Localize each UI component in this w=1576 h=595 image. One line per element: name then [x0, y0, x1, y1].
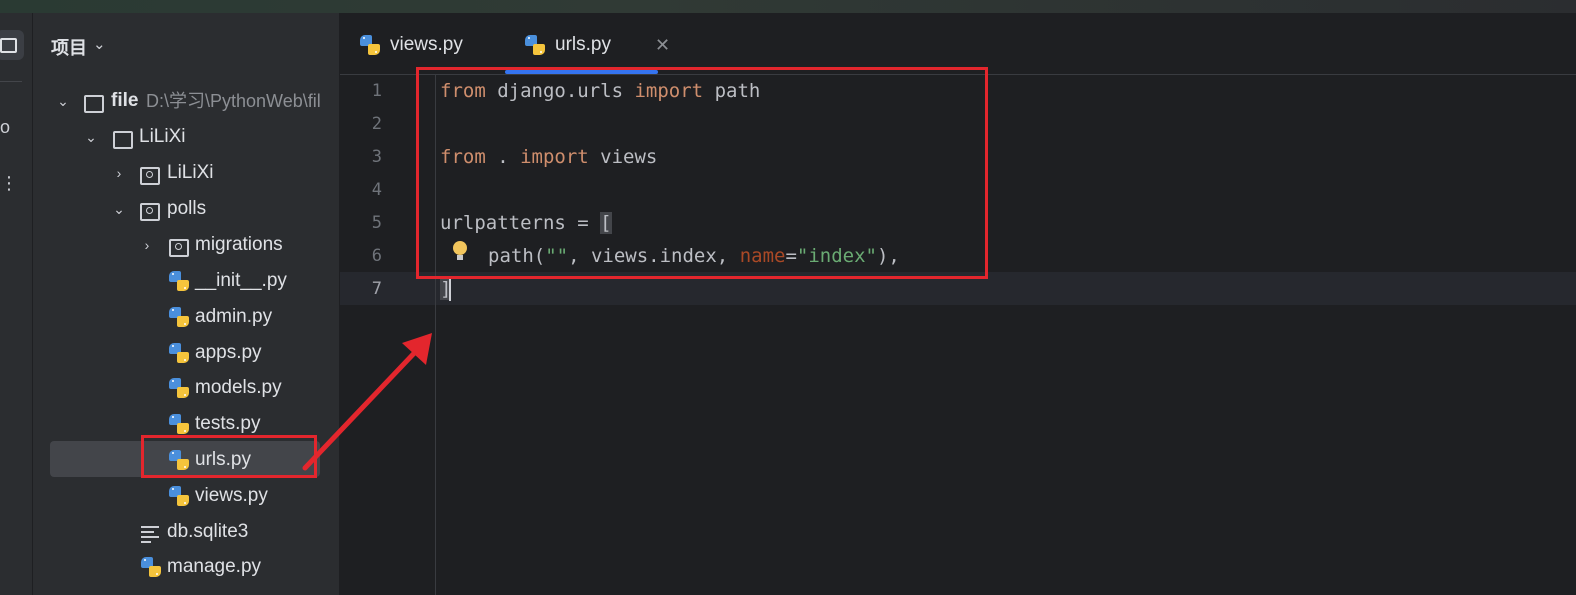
python-file-icon [525, 35, 545, 55]
line-number: 1 [371, 81, 382, 101]
project-panel-title[interactable]: 项目 [51, 34, 87, 60]
python-file-icon [169, 486, 189, 506]
line-number: 2 [371, 114, 382, 134]
chevron-down-icon[interactable]: ⌄ [93, 35, 106, 53]
tree-item-path: D:\学习\PythonWeb\fil [146, 91, 321, 111]
project-panel: 项目 ⌄ ⌄ file D:\学习\PythonWeb\fil ⌄ LiLiXi… [33, 13, 340, 595]
strip-separator [0, 81, 22, 82]
annotation-arrow [302, 333, 432, 471]
tree-item-file[interactable]: db.sqlite3 [33, 515, 339, 549]
tree-item-folder[interactable]: › migrations [33, 228, 339, 262]
tree-item-root[interactable]: ⌄ file D:\学习\PythonWeb\fil [33, 84, 339, 118]
tool-window-strip: o ⋮ [0, 13, 33, 595]
module-folder-icon [169, 239, 189, 257]
tree-item-label: LiLiXi [139, 126, 186, 147]
tree-item-label: manage.py [167, 556, 262, 577]
tree-item-label: file [111, 90, 139, 111]
tab-label: urls.py [555, 34, 611, 55]
line-number: 6 [371, 246, 382, 266]
tree-item-label: LiLiXi [167, 162, 214, 183]
tree-item-folder[interactable]: ⌄ LiLiXi [33, 120, 339, 154]
tree-item-label: db.sqlite3 [167, 521, 249, 542]
text-file-icon [141, 523, 159, 543]
close-icon[interactable]: ✕ [655, 27, 670, 63]
python-file-icon [169, 307, 189, 327]
python-file-icon [169, 271, 189, 291]
chevron-right-icon[interactable]: › [111, 156, 127, 190]
chevron-right-icon[interactable]: › [139, 228, 155, 262]
tree-item-label: migrations [195, 234, 283, 255]
tab-urls-py[interactable]: urls.py ✕ [525, 27, 675, 63]
tree-item-label: models.py [195, 377, 282, 398]
tree-item-folder[interactable]: ⌄ polls [33, 192, 339, 226]
project-folder-icon[interactable] [0, 30, 24, 60]
python-file-icon [141, 557, 161, 577]
structure-icon[interactable]: o [0, 117, 24, 141]
tree-item-file[interactable]: views.py [33, 479, 339, 513]
tree-item-label: polls [167, 198, 207, 219]
code-annotation-box [416, 67, 988, 279]
more-icon[interactable]: ⋮ [0, 173, 24, 197]
line-number-current: 7 [371, 279, 382, 299]
text-caret [449, 278, 452, 301]
tree-item-label: __init__.py [195, 270, 287, 291]
line-number: 5 [371, 213, 382, 233]
python-file-icon [169, 414, 189, 434]
python-file-icon [169, 343, 189, 363]
title-bar [0, 0, 1576, 13]
module-folder-icon [140, 203, 160, 221]
tab-views-py[interactable]: views.py [360, 27, 510, 63]
tree-item-label: apps.py [195, 342, 262, 363]
tab-label: views.py [390, 34, 463, 55]
module-folder-icon [140, 167, 160, 185]
tree-item-file[interactable]: __init__.py [33, 264, 339, 298]
tree-item-label: admin.py [195, 306, 273, 327]
tree-item-folder[interactable]: › LiLiXi [33, 156, 339, 190]
chevron-down-icon[interactable]: ⌄ [111, 192, 127, 226]
line-number: 4 [371, 180, 382, 200]
folder-icon [84, 95, 104, 113]
chevron-down-icon[interactable]: ⌄ [55, 84, 71, 118]
python-file-icon [169, 378, 189, 398]
chevron-down-icon[interactable]: ⌄ [83, 120, 99, 154]
python-file-icon [360, 35, 380, 55]
tree-item-file[interactable]: manage.py [33, 550, 339, 584]
folder-icon [113, 131, 133, 149]
tree-item-label: views.py [195, 485, 268, 506]
line-number: 3 [371, 147, 382, 167]
